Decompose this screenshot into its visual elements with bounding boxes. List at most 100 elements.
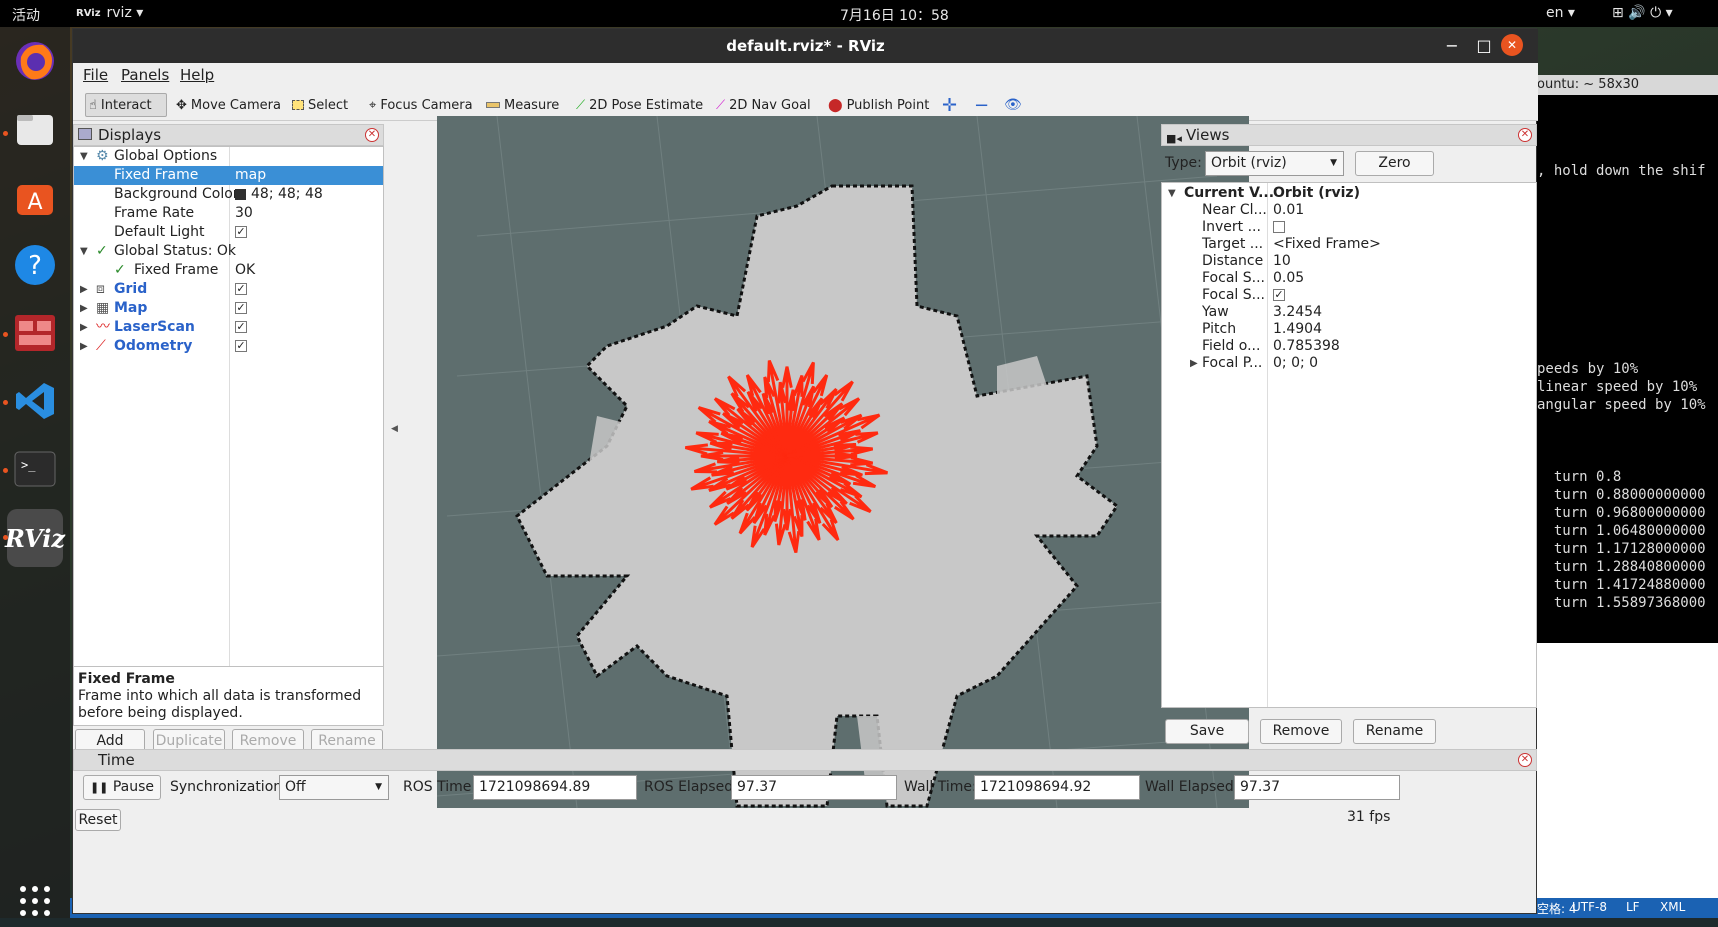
publish-point-tool[interactable]: ⬤ Publish Point [825,93,932,117]
status-indent[interactable]: 空格: 4 [1537,900,1577,917]
tree-row-odometry[interactable]: ▶ ⟋ Odometry ✓ [74,337,383,356]
system-indicators[interactable]: ⊞ 🔊 ⏻ ▾ [1612,5,1673,21]
language-indicator[interactable]: en ▾ [1546,5,1575,21]
background-color-value[interactable]: 48; 48; 48 [251,185,323,204]
help-icon[interactable]: ? [9,239,61,291]
fixed-frame-value[interactable]: map [235,166,266,185]
view-property-value[interactable]: 0.785398 [1273,338,1340,355]
save-view-button[interactable]: Save [1165,719,1249,744]
maximize-button[interactable]: □ [1469,29,1499,63]
view-property-row[interactable]: Field o... 0.785398 [1162,338,1536,355]
view-property-value[interactable]: 10 [1273,253,1291,270]
view-property-value[interactable]: <Fixed Frame> [1273,236,1381,253]
view-property-value[interactable]: 0.01 [1273,202,1304,219]
tree-row-grid[interactable]: ▶ ⧈ Grid ✓ [74,280,383,299]
view-property-row[interactable]: Pitch 1.4904 [1162,321,1536,338]
remove-view-button[interactable]: Remove [1260,719,1342,744]
view-property-value[interactable]: Orbit (rviz) [1273,185,1360,202]
tree-row-laserscan[interactable]: ▶ 〰 LaserScan ✓ [74,318,383,337]
displays-close-icon[interactable]: ✕ [365,128,379,142]
software-icon[interactable]: A [9,171,61,223]
view-property-row[interactable]: Yaw 3.2454 [1162,304,1536,321]
collapse-arrow-icon[interactable]: ▶ [1190,355,1198,372]
map-checkbox[interactable]: ✓ [235,302,247,314]
expand-arrow-icon[interactable]: ▼ [80,147,88,166]
minimize-button[interactable]: − [1437,29,1467,63]
view-type-select[interactable]: Orbit (rviz) ▼ [1205,151,1344,176]
tree-row-global-status[interactable]: ▼ ✓ Global Status: Ok [74,242,383,261]
reset-button[interactable]: Reset [75,809,121,831]
menu-file[interactable]: File [83,66,108,84]
view-property-row[interactable]: ▼ Current V... Orbit (rviz) [1162,185,1536,202]
collapse-arrow-icon[interactable]: ▶ [80,280,88,299]
views-close-icon[interactable]: ✕ [1518,128,1532,142]
add-tool-icon[interactable]: ✛ [939,93,960,117]
tree-row-default-light[interactable]: Default Light ✓ [74,223,383,242]
view-property-row[interactable]: Distance 10 [1162,253,1536,270]
view-property-row[interactable]: Target ... <Fixed Frame> [1162,236,1536,253]
tree-row-fixed-frame[interactable]: Fixed Frame map [74,166,383,185]
activities-button[interactable]: 活动 [12,5,40,25]
vscode-icon[interactable] [9,375,61,427]
collapse-arrow-icon[interactable]: ▶ [80,318,88,337]
view-property-row[interactable]: Focal S... ✓ [1162,287,1536,304]
view-property-value[interactable]: 1.4904 [1273,321,1322,338]
expand-arrow-icon[interactable]: ▼ [80,242,88,261]
files-icon[interactable] [9,103,61,155]
ros-time-field[interactable]: 1721098694.89 [473,775,637,800]
tree-row-status-fixed-frame[interactable]: ✓ Fixed Frame OK [74,261,383,280]
app-icon[interactable] [9,307,61,359]
terminal-window[interactable]: , hold down the shif peeds by 10% linear s… [1537,75,1718,643]
menu-help[interactable]: Help [180,66,214,84]
rename-view-button[interactable]: Rename [1353,719,1436,744]
odometry-checkbox[interactable]: ✓ [235,340,247,352]
frame-rate-value[interactable]: 30 [235,204,253,223]
default-light-checkbox[interactable]: ✓ [235,226,247,238]
view-property-row[interactable]: Focal S... 0.05 [1162,270,1536,287]
status-eol[interactable]: LF [1626,900,1640,914]
status-encoding[interactable]: UTF-8 [1572,900,1607,914]
rviz-icon[interactable]: RViz [5,509,65,567]
pause-button[interactable]: ❚❚ Pause [83,775,161,800]
select-tool[interactable]: Select [289,93,351,117]
tree-row-frame-rate[interactable]: Frame Rate 30 [74,204,383,223]
grid-checkbox[interactable]: ✓ [235,283,247,295]
laserscan-checkbox[interactable]: ✓ [235,321,247,333]
time-close-icon[interactable]: ✕ [1518,753,1532,767]
render-viewport[interactable] [437,116,1249,808]
firefox-icon[interactable] [9,35,61,87]
wall-elapsed-field[interactable]: 97.37 [1234,775,1400,800]
collapse-arrow-icon[interactable]: ▶ [80,299,88,318]
terminal-icon[interactable]: >_ [9,443,61,495]
measure-tool[interactable]: Measure [483,93,562,117]
expand-arrow-icon[interactable]: ▼ [1168,185,1176,202]
ros-elapsed-field[interactable]: 97.37 [731,775,897,800]
status-language[interactable]: XML [1660,900,1685,914]
view-property-row[interactable]: ▶ Focal P... 0; 0; 0 [1162,355,1536,372]
view-property-value[interactable]: ✓ [1273,289,1285,301]
view-property-value[interactable]: 0.05 [1273,270,1304,287]
window-titlebar[interactable]: default.rviz* - RViz − □ ✕ [73,29,1538,63]
grid-icon[interactable] [9,875,61,927]
menu-panels[interactable]: Panels [121,66,169,84]
view-property-value[interactable]: 0; 0; 0 [1273,355,1318,372]
clock[interactable]: 7月16日 10：58 [840,5,949,25]
tree-row-map[interactable]: ▶ ▦ Map ✓ [74,299,383,318]
view-property-row[interactable]: Invert ... [1162,219,1536,236]
zero-button[interactable]: Zero [1355,151,1434,176]
wall-time-field[interactable]: 1721098694.92 [974,775,1140,800]
view-property-row[interactable]: Near Cl... 0.01 [1162,202,1536,219]
pose-estimate-tool[interactable]: ⟋ 2D Pose Estimate [573,93,706,117]
collapse-arrow-icon[interactable]: ▶ [80,337,88,356]
move-camera-tool[interactable]: ✥ Move Camera [173,93,284,117]
remove-tool-icon[interactable]: − [971,93,992,117]
left-splitter-arrow-icon[interactable]: ◀ [391,424,398,434]
view-property-value[interactable]: 3.2454 [1273,304,1322,321]
tree-row-global-options[interactable]: ▼ ⚙ Global Options [74,147,383,166]
view-property-value[interactable] [1273,221,1285,233]
eye-icon[interactable]: 👁 [1001,93,1025,117]
app-menu[interactable]: RViz rviz ▾ [76,5,143,21]
interact-tool[interactable]: ☝ Interact [85,93,167,117]
sync-select[interactable]: Off ▼ [279,775,389,800]
focus-camera-tool[interactable]: ⌖ Focus Camera [366,93,476,117]
